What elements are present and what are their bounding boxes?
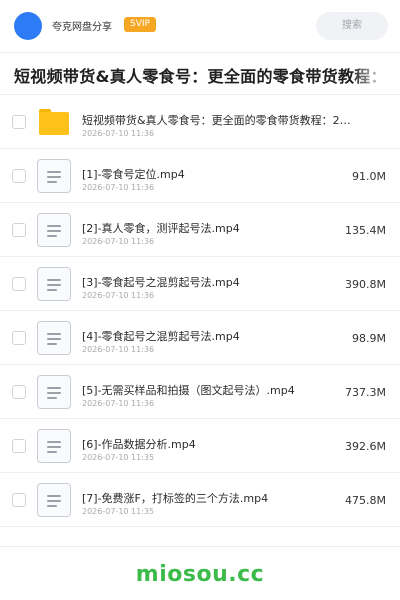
watermark: miosou.cc bbox=[135, 562, 265, 587]
file-date: 2026-07-10 11:36 bbox=[82, 129, 155, 138]
row-checkbox[interactable] bbox=[12, 169, 26, 183]
row-checkbox[interactable] bbox=[12, 277, 26, 291]
divider bbox=[0, 52, 400, 53]
file-date: 2026-07-10 11:36 bbox=[82, 399, 155, 408]
owner-name[interactable]: 夸克网盘分享 bbox=[52, 18, 112, 33]
file-icon bbox=[37, 375, 71, 409]
folder-title: 短视频带货&真人零食号：更全面的零食带货教程：21节 实 bbox=[14, 67, 400, 86]
list-item[interactable]: [5]-无需买样品和拍摄（图文起号法）.mp4 2026-07-10 11:36… bbox=[0, 365, 400, 419]
row-checkbox[interactable] bbox=[12, 331, 26, 345]
header: 夸克网盘分享 SVIP 搜索 bbox=[0, 0, 400, 52]
file-size: 737.3M bbox=[345, 386, 386, 399]
file-name[interactable]: [7]-免费涨F，打标签的三个方法.mp4 bbox=[82, 490, 268, 506]
file-date: 2026-07-10 11:35 bbox=[82, 507, 155, 516]
folder-icon bbox=[37, 109, 71, 143]
file-size: 475.8M bbox=[345, 494, 386, 507]
file-size: 392.6M bbox=[345, 440, 386, 453]
file-list: 短视频带货&真人零食号：更全面的零食带货教程：21… 2026-07-10 11… bbox=[0, 95, 400, 527]
file-icon bbox=[37, 321, 71, 355]
row-checkbox[interactable] bbox=[12, 385, 26, 399]
row-checkbox[interactable] bbox=[12, 439, 26, 453]
file-size: 390.8M bbox=[345, 278, 386, 291]
list-item-folder[interactable]: 短视频带货&真人零食号：更全面的零食带货教程：21… 2026-07-10 11… bbox=[0, 95, 400, 149]
file-size: 135.4M bbox=[345, 224, 386, 237]
file-icon bbox=[37, 267, 71, 301]
list-item[interactable]: [3]-零食起号之混剪起号法.mp4 2026-07-10 11:36 390.… bbox=[0, 257, 400, 311]
list-item[interactable]: [6]-作品数据分析.mp4 2026-07-10 11:35 392.6M bbox=[0, 419, 400, 473]
file-date: 2026-07-10 11:36 bbox=[82, 345, 155, 354]
search-button[interactable]: 搜索 bbox=[316, 12, 388, 40]
file-icon bbox=[37, 159, 71, 193]
avatar[interactable] bbox=[14, 12, 42, 40]
row-checkbox[interactable] bbox=[12, 115, 26, 129]
file-icon bbox=[37, 213, 71, 247]
file-size: 91.0M bbox=[352, 170, 386, 183]
list-item[interactable]: [7]-免费涨F，打标签的三个方法.mp4 2026-07-10 11:35 4… bbox=[0, 473, 400, 527]
file-icon bbox=[37, 429, 71, 463]
file-name[interactable]: 短视频带货&真人零食号：更全面的零食带货教程：21… bbox=[82, 112, 354, 128]
file-name[interactable]: [2]-真人零食，测评起号法.mp4 bbox=[82, 220, 240, 236]
file-name[interactable]: [4]-零食起号之混剪起号法.mp4 bbox=[82, 328, 240, 344]
file-size: 98.9M bbox=[352, 332, 386, 345]
list-item[interactable]: [1]-零食号定位.mp4 2026-07-10 11:36 91.0M bbox=[0, 149, 400, 203]
file-name[interactable]: [6]-作品数据分析.mp4 bbox=[82, 436, 196, 452]
list-item[interactable]: [4]-零食起号之混剪起号法.mp4 2026-07-10 11:36 98.9… bbox=[0, 311, 400, 365]
divider bbox=[0, 546, 400, 547]
svip-badge: SVIP bbox=[124, 17, 156, 32]
file-name[interactable]: [5]-无需买样品和拍摄（图文起号法）.mp4 bbox=[82, 382, 295, 398]
file-date: 2026-07-10 11:36 bbox=[82, 291, 155, 300]
list-item[interactable]: [2]-真人零食，测评起号法.mp4 2026-07-10 11:36 135.… bbox=[0, 203, 400, 257]
row-checkbox[interactable] bbox=[12, 493, 26, 507]
file-date: 2026-07-10 11:36 bbox=[82, 183, 155, 192]
file-name[interactable]: [1]-零食号定位.mp4 bbox=[82, 166, 185, 182]
file-name[interactable]: [3]-零食起号之混剪起号法.mp4 bbox=[82, 274, 240, 290]
file-date: 2026-07-10 11:36 bbox=[82, 237, 155, 246]
row-checkbox[interactable] bbox=[12, 223, 26, 237]
file-date: 2026-07-10 11:35 bbox=[82, 453, 155, 462]
file-icon bbox=[37, 483, 71, 517]
